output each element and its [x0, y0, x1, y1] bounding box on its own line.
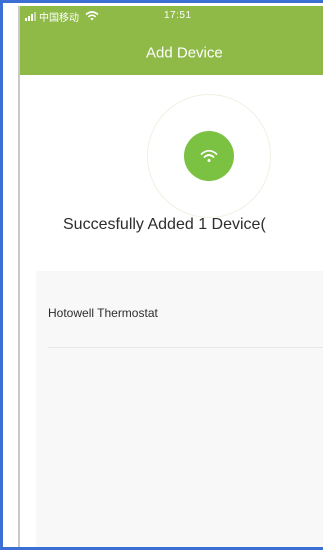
device-list: Hotowell Thermostat	[36, 271, 323, 547]
signal-strength-icon	[25, 11, 36, 21]
status-time: 17:51	[164, 10, 192, 21]
nav-bar: Add Device	[20, 26, 323, 75]
row-divider	[48, 347, 323, 348]
device-name: Hotowell Thermostat	[48, 306, 158, 320]
wifi-status-icon	[85, 11, 99, 21]
success-message: Succesfully Added 1 Device(	[63, 216, 266, 233]
device-list-item[interactable]: Hotowell Thermostat	[36, 271, 323, 348]
page-title: Add Device	[146, 44, 223, 62]
wifi-badge	[184, 131, 234, 181]
status-bar: 中国移动 17:51	[20, 6, 323, 26]
phone-screen: 中国移动 17:51 Add Device Succesfully Added …	[18, 6, 323, 547]
screenshot-frame: 中国移动 17:51 Add Device Succesfully Added …	[0, 0, 323, 550]
wifi-icon	[200, 149, 218, 162]
carrier-label: 中国移动	[39, 12, 79, 24]
